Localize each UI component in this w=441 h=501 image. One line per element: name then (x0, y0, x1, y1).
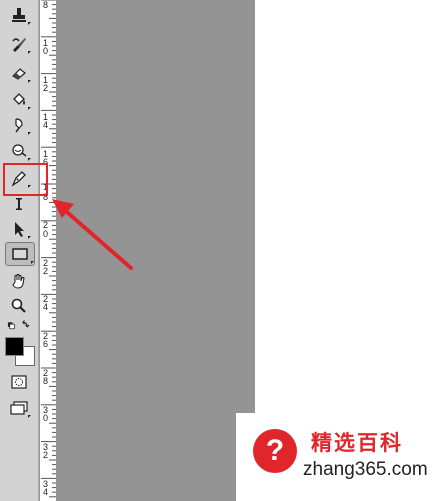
watermark-url: zhang365.com (303, 459, 428, 480)
watermark: ? 精选百科 zhang365.com (236, 413, 441, 501)
question-icon: ? (253, 429, 297, 473)
watermark-title: 精选百科 (311, 431, 403, 455)
